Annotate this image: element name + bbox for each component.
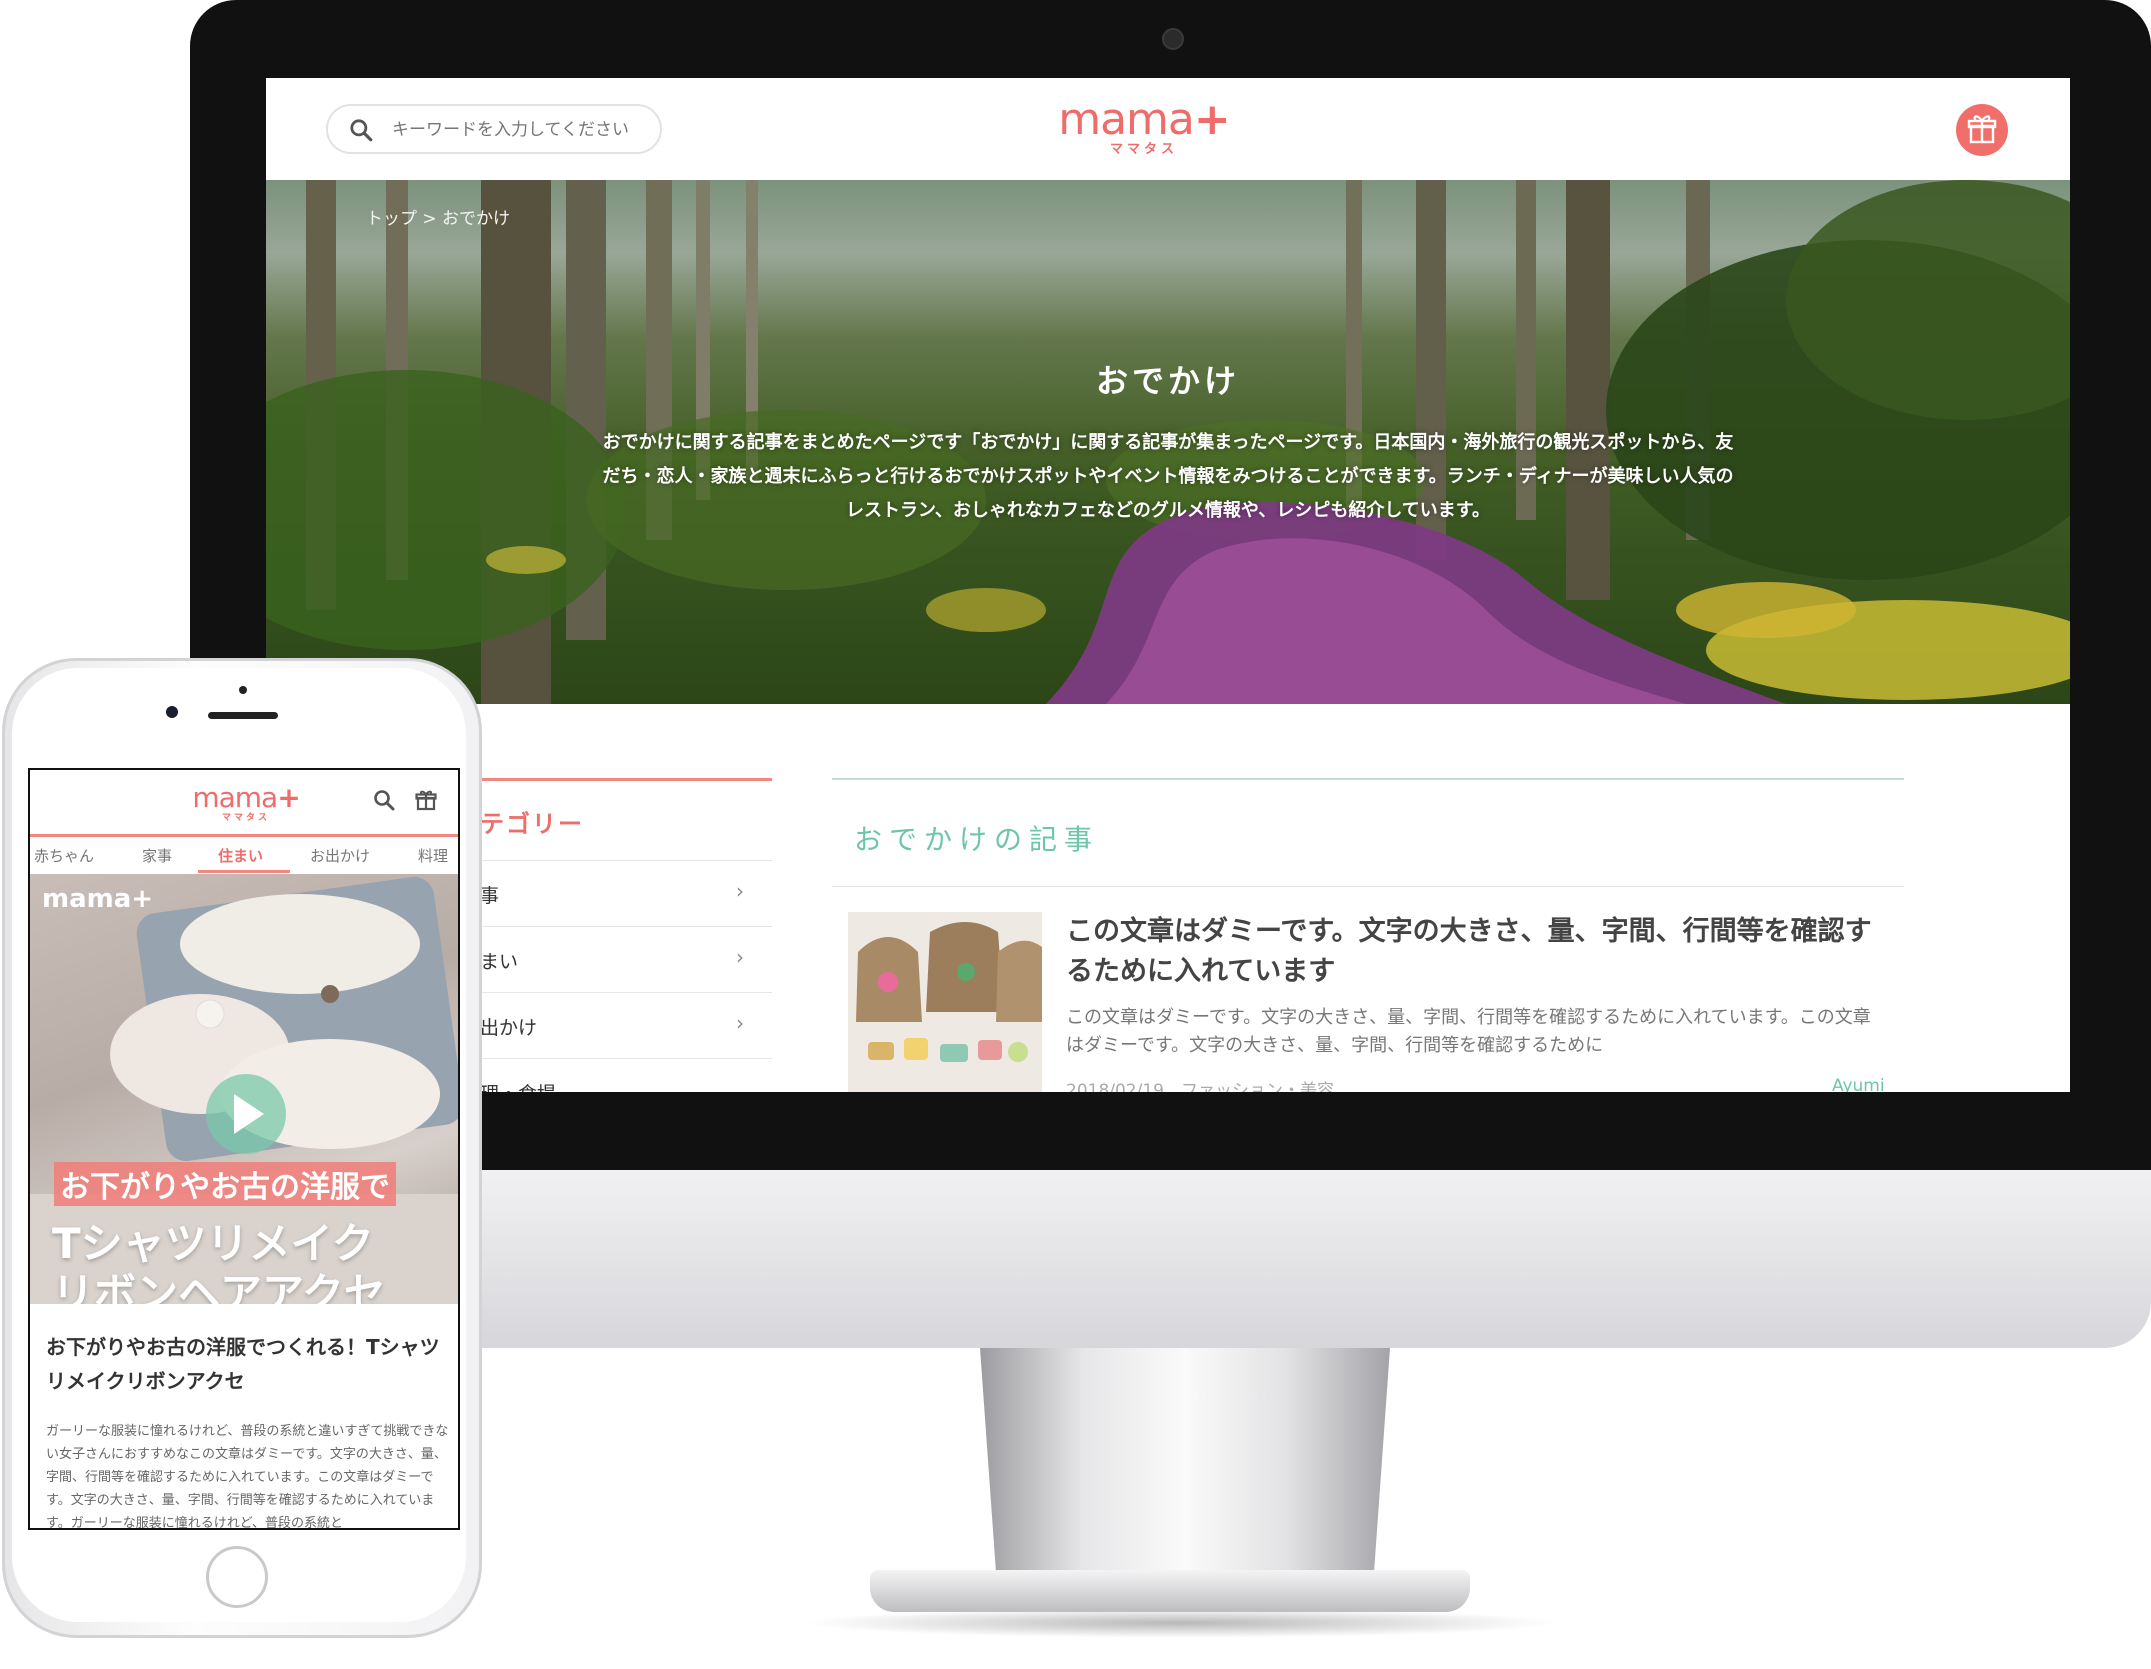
logo-plus: + (277, 781, 300, 814)
imac-shadow (800, 1608, 1560, 1638)
desktop-header: mama+ ママタス (266, 78, 2070, 180)
play-icon (234, 1094, 264, 1134)
iphone-camera (166, 706, 178, 718)
mobile-article-body: ガーリーな服装に憧れるけれど、普段の系統と違いすぎて挑戦できない女子さんにおすす… (46, 1424, 449, 1530)
video-brand-logo: mama+ (42, 884, 154, 914)
article-headline[interactable]: この文章はダミーです。文字の大きさ、量、字間、行間等を確認するために入れています (1066, 912, 1886, 992)
gift-icon[interactable] (414, 788, 438, 812)
tab-outing[interactable]: お出かけ (310, 845, 370, 866)
gift-icon (1967, 115, 1997, 144)
articles-divider (832, 778, 1904, 780)
site-logo[interactable]: mama+ ママタス (1044, 98, 1244, 164)
article-excerpt: この文章はダミーです。文字の大きさ、量、字間、行間等を確認するために入れています… (1066, 1007, 1871, 1056)
sidebar-item-label: 理・食堤 (480, 1079, 556, 1092)
imac-camera (1162, 28, 1184, 50)
mobile-tabs: 赤ちゃん 家事 住まい お出かけ 料理 (30, 834, 458, 874)
search-bar[interactable] (326, 104, 662, 154)
page-description: おでかけに関する記事をまとめたページです「おでかけ」に関する記事が集まったページ… (602, 432, 1734, 521)
tab-cooking[interactable]: 料理 (418, 845, 448, 866)
play-button[interactable] (206, 1074, 286, 1154)
sidebar-item-label: まい (480, 951, 519, 973)
tab-home[interactable]: 住まい (218, 845, 263, 866)
logo-plus: + (1193, 94, 1231, 145)
chevron-right-icon: › (736, 879, 744, 903)
article-thumbnail[interactable] (848, 912, 1042, 1092)
search-icon[interactable] (372, 788, 396, 812)
search-input[interactable] (390, 112, 654, 148)
sidebar-item-label: 出かけ (480, 1017, 538, 1039)
imac-stand (980, 1348, 1390, 1578)
tab-baby[interactable]: 赤ちゃん (34, 845, 94, 866)
video-caption-line3: リボンヘアアクセ (52, 1269, 386, 1304)
iphone-sensor (239, 686, 247, 694)
iphone-speaker (208, 712, 278, 719)
logo-subtitle: ママタス (221, 813, 270, 823)
imac-base (870, 1570, 1470, 1612)
sidebar-item[interactable]: 理・食堤 (480, 1058, 772, 1092)
logo-word: mama (192, 781, 278, 814)
articles-section-title: おでかけの記事 (854, 823, 1100, 856)
sidebar-title: テゴリー (480, 810, 584, 838)
sidebar-item[interactable]: 事 › (480, 860, 772, 926)
sidebar-item-label: 事 (480, 885, 500, 907)
article-author[interactable]: Ayumi (1832, 1076, 1885, 1092)
desktop-screen: mama+ ママタス (266, 78, 2070, 1092)
imac-chin (190, 1168, 2151, 1348)
hero-banner: トップ > おでかけ おでかけ おでかけに関する記事をまとめたページです「おでか… (266, 180, 2070, 704)
gift-button[interactable] (1956, 104, 2008, 156)
tab-housework[interactable]: 家事 (142, 845, 172, 866)
tab-active-indicator (198, 870, 290, 873)
video-caption-line1: お下がりやお古の洋服で (54, 1162, 396, 1206)
mobile-article-title[interactable]: お下がりやお古の洋服でつくれる！Tシャツリメイクリボンアクセ (46, 1330, 446, 1398)
article-meta: 2018/02/19 ファッション・美容 (1066, 1081, 1334, 1092)
logo-word: mama (1058, 94, 1195, 145)
mobile-screen: mama+ ママタス 赤ちゃん 家事 住まい お出かけ 料理 mama+ お下が… (28, 768, 460, 1530)
page-title: おでかけ (1095, 362, 1240, 400)
breadcrumb[interactable]: トップ > おでかけ (366, 204, 510, 229)
sidebar-item[interactable]: 出かけ › (480, 992, 772, 1058)
chevron-right-icon: › (736, 945, 744, 969)
chevron-right-icon: › (736, 1011, 744, 1035)
article-thumbnail-image (848, 912, 1042, 1092)
search-icon[interactable] (348, 117, 374, 143)
sidebar-item[interactable]: まい › (480, 926, 772, 992)
iphone-home-button[interactable] (206, 1546, 268, 1608)
articles-separator (832, 886, 1904, 887)
video-thumbnail[interactable]: mama+ お下がりやお古の洋服で Tシャツリメイク リボンヘアアクセ (30, 874, 458, 1304)
